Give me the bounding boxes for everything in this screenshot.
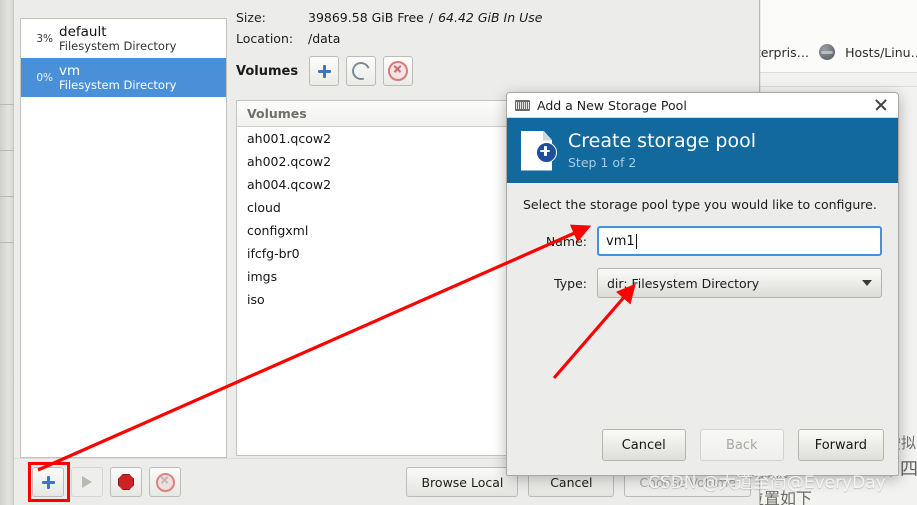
text-caret: [635, 233, 637, 249]
browse-local-button[interactable]: Browse Local: [406, 467, 519, 497]
volumes-title: Volumes: [236, 63, 299, 79]
pool-type: Filesystem Directory: [59, 38, 177, 53]
pool-name-input-value: vm1: [606, 233, 635, 249]
pool-size-row: Size: 39869.58 GiB Free / 64.42 GiB In U…: [236, 10, 756, 25]
new-document-icon: [521, 130, 557, 171]
globe-icon: [819, 44, 836, 60]
annotation-highlight-box: [28, 462, 70, 502]
application-icon: [515, 99, 530, 111]
pool-name-input[interactable]: vm1: [597, 226, 882, 256]
pool-name: vm: [59, 62, 81, 79]
stop-pool-button[interactable]: [110, 467, 142, 497]
add-volume-button[interactable]: [309, 56, 340, 86]
dialog-forward-button[interactable]: Forward: [797, 429, 884, 461]
location-value: /data: [308, 31, 341, 46]
size-inuse-value: 64.42 GiB In Use: [438, 10, 543, 25]
delete-circle-icon: [388, 61, 409, 81]
dialog-footer: Cancel Back Forward: [601, 429, 884, 461]
dialog-back-button[interactable]: Back: [699, 429, 784, 461]
refresh-volumes-button[interactable]: [346, 56, 377, 86]
type-form-row: Type: dir: Filesystem Directory: [523, 268, 882, 298]
left-window-edge: [0, 0, 14, 505]
chevron-down-icon: [862, 280, 872, 286]
location-label: Location:: [236, 31, 294, 46]
name-label: Name:: [545, 233, 587, 249]
dialog-cancel-button[interactable]: Cancel: [601, 429, 686, 461]
column-header-volumes-label: Volumes: [247, 106, 307, 121]
banner-step: Step 1 of 2: [568, 154, 637, 170]
type-label: Type:: [554, 275, 587, 291]
dialog-body: Select the storage pool type you would l…: [507, 183, 898, 298]
delete-circle-icon: [155, 472, 175, 492]
csdn-watermark: CSDN @大道至简@EveryDay: [648, 473, 886, 493]
pool-usage-percent: 0%: [36, 71, 53, 84]
pool-details-pane: Size: 39869.58 GiB Free / 64.42 GiB In U…: [236, 10, 756, 86]
size-free-value: 39869.58 GiB Free: [308, 10, 424, 25]
close-icon[interactable]: [872, 96, 890, 114]
play-icon: [82, 476, 92, 488]
banner-heading: Create storage pool: [568, 130, 756, 153]
dialog-banner: Create storage pool Step 1 of 2: [507, 118, 898, 183]
volumes-section-header: Volumes: [236, 56, 756, 86]
dialog-titlebar: Add a New Storage Pool: [507, 93, 898, 118]
plus-icon: [317, 64, 331, 78]
stop-octagon-icon: [118, 474, 134, 490]
pool-type-selected-value: dir: Filesystem Directory: [607, 275, 760, 291]
dialog-instruction: Select the storage pool type you would l…: [523, 197, 877, 212]
delete-pool-button[interactable]: [149, 467, 181, 497]
pool-location-row: Location: /data: [236, 31, 756, 46]
add-storage-pool-dialog: Add a New Storage Pool Create storage po…: [506, 92, 899, 476]
name-form-row: Name: vm1: [523, 226, 882, 256]
size-separator: /: [428, 10, 434, 25]
size-label: Size:: [236, 10, 266, 25]
pool-type-select[interactable]: dir: Filesystem Directory: [597, 268, 882, 298]
start-pool-button[interactable]: [71, 467, 103, 497]
tab-hosts-linux[interactable]: Hosts/Linu…: [845, 45, 917, 60]
pool-name: default: [59, 23, 107, 40]
dialog-title: Add a New Storage Pool: [537, 97, 687, 113]
refresh-icon: [349, 59, 374, 83]
main-window-tabs: Enterpris… Hosts/Linu…: [740, 44, 917, 60]
storage-pool-list[interactable]: 3% default Filesystem Directory 0% vm Fi…: [20, 18, 227, 458]
screenshot-root: Enterpris… Hosts/Linu… 虚拟 第四 位置如下 部署虚拟机 …: [0, 0, 917, 505]
pool-type: Filesystem Directory: [59, 77, 177, 92]
pool-list-item-vm[interactable]: 0% vm Filesystem Directory: [21, 58, 226, 97]
delete-volume-button[interactable]: [383, 56, 414, 86]
pool-usage-percent: 3%: [36, 32, 53, 45]
pool-list-item-default[interactable]: 3% default Filesystem Directory: [21, 19, 226, 58]
